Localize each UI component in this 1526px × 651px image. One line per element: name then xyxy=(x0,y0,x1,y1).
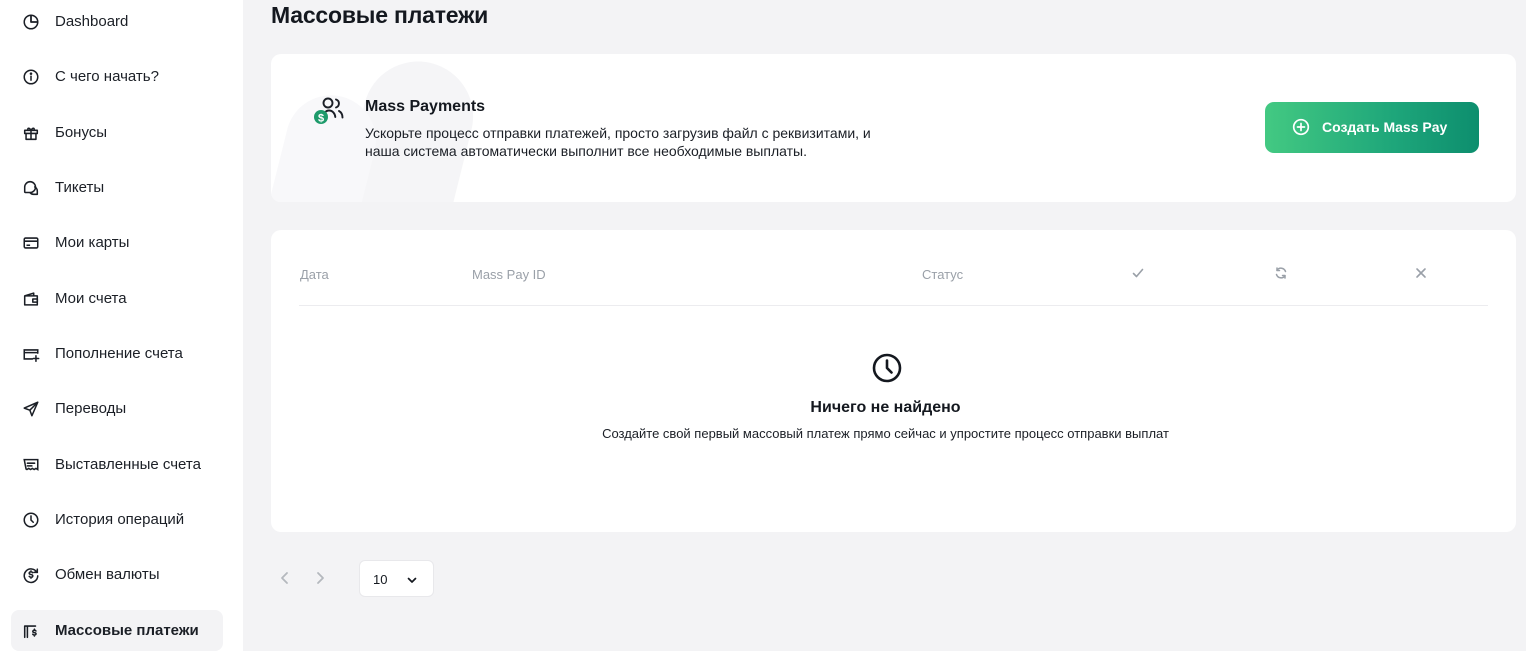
sidebar-item-tickets[interactable]: Тикеты xyxy=(11,167,223,208)
info-icon xyxy=(21,67,41,87)
sidebar-item-label: Мои счета xyxy=(55,290,127,307)
sidebar-item-label: Тикеты xyxy=(55,179,105,196)
sidebar-item-dashboard[interactable]: Dashboard xyxy=(11,1,223,42)
chat-bubbles-icon xyxy=(21,178,41,198)
clock-icon xyxy=(21,510,41,530)
sidebar-item-invoices[interactable]: Выставленные счета xyxy=(11,444,223,485)
sidebar-item-top-up[interactable]: Пополнение счета xyxy=(11,333,223,374)
table-header-divider xyxy=(299,305,1488,306)
sidebar-item-label: Бонусы xyxy=(55,124,108,141)
chevron-left-icon[interactable] xyxy=(277,570,293,586)
column-header-mass-pay-id[interactable]: Mass Pay ID xyxy=(472,267,546,282)
gift-icon xyxy=(21,123,41,143)
sidebar-item-label: Мои карты xyxy=(55,234,130,251)
pie-chart-icon xyxy=(21,12,41,32)
promo-description: Ускорьте процесс отправки платежей, прос… xyxy=(365,125,871,159)
plus-circle-icon xyxy=(1292,118,1310,136)
mass-payments-promo-card: $ Mass Payments Ускорьте процесс отправк… xyxy=(271,54,1516,202)
sidebar-item-label: Обмен валюты xyxy=(55,566,160,583)
svg-text:$: $ xyxy=(318,112,324,124)
refresh-icon xyxy=(1274,266,1288,280)
promo-title: Mass Payments xyxy=(365,98,486,115)
sidebar-item-label: Массовые платежи xyxy=(55,622,199,639)
mass-payments-icon xyxy=(21,621,41,641)
credit-card-icon xyxy=(21,233,41,253)
x-icon xyxy=(1414,266,1428,280)
mass-payments-table: Дата Mass Pay ID Статус Ничего не найден… xyxy=(271,230,1516,532)
card-plus-icon xyxy=(21,344,41,364)
sidebar-item-my-cards[interactable]: Мои карты xyxy=(11,222,223,263)
chevron-right-icon[interactable] xyxy=(312,570,328,586)
sidebar-item-bonuses[interactable]: Бонусы xyxy=(11,112,223,153)
chevron-down-icon xyxy=(406,573,418,585)
sidebar-item-label: Выставленные счета xyxy=(55,456,201,473)
sidebar-item-label: Dashboard xyxy=(55,13,129,30)
column-header-date[interactable]: Дата xyxy=(300,267,329,282)
empty-state-title: Ничего не найдено xyxy=(810,399,961,416)
create-mass-pay-button[interactable]: Создать Mass Pay xyxy=(1265,102,1479,153)
sidebar-item-mass-payments[interactable]: Массовые платежи xyxy=(11,610,223,651)
empty-state-description: Создайте свой первый массовый платеж пря… xyxy=(602,426,1169,441)
sidebar-item-label: История операций xyxy=(55,511,185,528)
column-header-status[interactable]: Статус xyxy=(922,267,963,282)
wallet-icon xyxy=(21,289,41,309)
per-page-select[interactable]: 10 xyxy=(359,560,434,597)
sidebar-item-currency-exchange[interactable]: Обмен валюты xyxy=(11,554,223,595)
clock-icon xyxy=(871,352,903,384)
sidebar: Dashboard С чего начать? Бонусы Тикеты М… xyxy=(0,0,243,651)
sidebar-item-label: С чего начать? xyxy=(55,68,159,85)
per-page-value: 10 xyxy=(373,572,388,587)
send-icon xyxy=(21,399,41,419)
create-mass-pay-label: Создать Mass Pay xyxy=(1322,119,1448,135)
sidebar-item-my-accounts[interactable]: Мои счета xyxy=(11,278,223,319)
users-dollar-icon: $ xyxy=(311,94,347,130)
sidebar-item-getting-started[interactable]: С чего начать? xyxy=(11,56,223,97)
sidebar-item-label: Пополнение счета xyxy=(55,345,183,362)
check-icon xyxy=(1131,266,1145,280)
exchange-icon xyxy=(21,565,41,585)
sidebar-item-transfers[interactable]: Переводы xyxy=(11,388,223,429)
sidebar-item-history[interactable]: История операций xyxy=(11,499,223,540)
sidebar-item-label: Переводы xyxy=(55,400,127,417)
page-title: Массовые платежи xyxy=(271,2,489,28)
invoice-icon xyxy=(21,455,41,475)
